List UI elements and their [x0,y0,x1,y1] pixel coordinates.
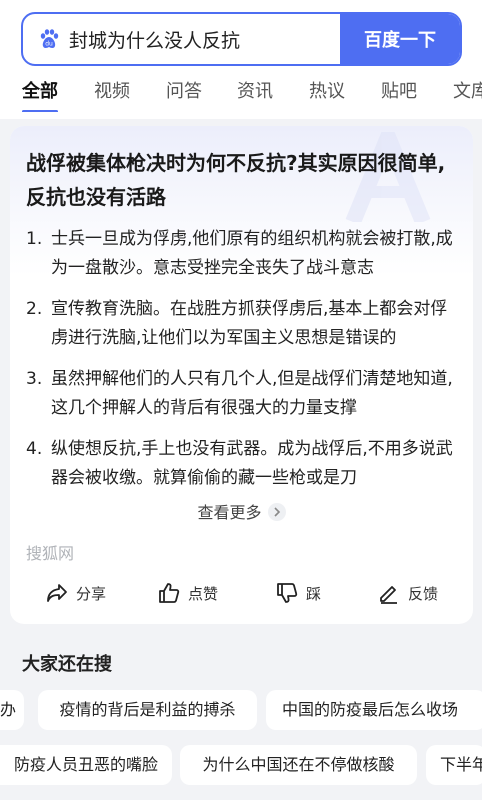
svg-text:du: du [45,41,53,48]
item-text: 纵使想反抗,手上也没有武器。成为战俘后,不用多说武器会被收缴。就算偷偷的藏一些枪… [51,439,453,488]
view-more-label: 查看更多 [197,503,262,522]
tab-hot[interactable]: 热议 [309,78,345,106]
thumbs-down-icon [277,583,298,603]
search-box[interactable]: du 封城为什么没人反抗 百度一下 [21,12,462,66]
tab-news[interactable]: 资讯 [237,78,273,106]
active-tab-indicator [22,110,58,112]
share-icon [47,584,67,602]
item-text: 虽然押解他们的人只有几个人,但是战俘们清楚地知道,这几个押解人的背后有很强大的力… [51,369,453,418]
item-text: 宣传教育洗脑。在战胜方抓获俘虏后,基本上都会对俘虏进行洗脑,让他们以为军国主义思… [51,299,448,348]
view-more-button[interactable]: 查看更多 [10,499,473,523]
tab-bar: 全部 视频 问答 资讯 热议 贴吧 文库 [0,78,482,112]
chevron-right-icon [267,502,286,521]
search-button[interactable]: 百度一下 [340,14,460,64]
item-number: 2. [26,299,43,319]
item-number: 4. [26,439,43,459]
feedback-button[interactable]: 反馈 [378,578,438,608]
related-search-chip[interactable]: 为什么中国还在不停做核酸 [180,745,417,785]
list-item: 1. 士兵一旦成为俘虏,他们原有的组织机构就会被打散,成为一盘散沙。意志受挫完全… [26,225,458,291]
tab-qa[interactable]: 问答 [166,78,202,106]
action-bar: 分享 点赞 踩 反馈 [10,578,473,608]
answer-list: 1. 士兵一旦成为俘虏,他们原有的组织机构就会被打散,成为一盘散沙。意志受挫完全… [26,225,458,505]
baidu-paw-icon: du [40,29,59,48]
tab-video[interactable]: 视频 [94,78,130,106]
dislike-button[interactable]: 踩 [276,578,321,608]
share-label: 分享 [76,584,107,603]
related-search-chip[interactable]: 下半年 [426,745,482,785]
item-number: 1. [26,229,43,249]
answer-card: 战俘被集体枪决时为何不反抗?其实原因很简单,反抗也没有活路 1. 士兵一旦成为俘… [10,126,473,624]
tab-tieba[interactable]: 贴吧 [381,78,417,106]
dislike-label: 踩 [306,584,322,603]
tab-all[interactable]: 全部 [22,78,58,106]
edit-pencil-icon [380,586,397,604]
like-button[interactable]: 点赞 [158,578,218,608]
related-search-chip[interactable]: 办 [0,690,24,730]
related-searches-title: 大家还在搜 [22,654,112,675]
feedback-label: 反馈 [408,584,439,603]
list-item: 2. 宣传教育洗脑。在战胜方抓获俘虏后,基本上都会对俘虏进行洗脑,让他们以为军国… [26,295,458,361]
result-title[interactable]: 战俘被集体枪决时为何不反抗?其实原因很简单,反抗也没有活路 [26,146,456,214]
item-text: 士兵一旦成为俘虏,他们原有的组织机构就会被打散,成为一盘散沙。意志受挫完全丧失了… [51,229,453,278]
search-input[interactable]: 封城为什么没人反抗 [69,26,340,53]
source-label[interactable]: 搜狐网 [26,540,74,564]
item-number: 3. [26,369,43,389]
related-search-chip[interactable]: 防疫人员丑恶的嘴脸 [0,745,172,785]
thumbs-up-icon [159,583,180,603]
related-search-chip[interactable]: 疫情的背后是利益的搏杀 [38,690,257,730]
list-item: 3. 虽然押解他们的人只有几个人,但是战俘们清楚地知道,这几个押解人的背后有很强… [26,365,458,431]
like-label: 点赞 [188,584,219,603]
list-item: 4. 纵使想反抗,手上也没有武器。成为战俘后,不用多说武器会被收缴。就算偷偷的藏… [26,435,458,501]
tab-wenku[interactable]: 文库 [453,78,482,106]
related-search-chip[interactable]: 中国的防疫最后怎么收场 [266,690,482,730]
top-bar: du 封城为什么没人反抗 百度一下 全部 视频 问答 资讯 热议 贴吧 文库 [0,0,482,119]
share-button[interactable]: 分享 [46,578,106,608]
